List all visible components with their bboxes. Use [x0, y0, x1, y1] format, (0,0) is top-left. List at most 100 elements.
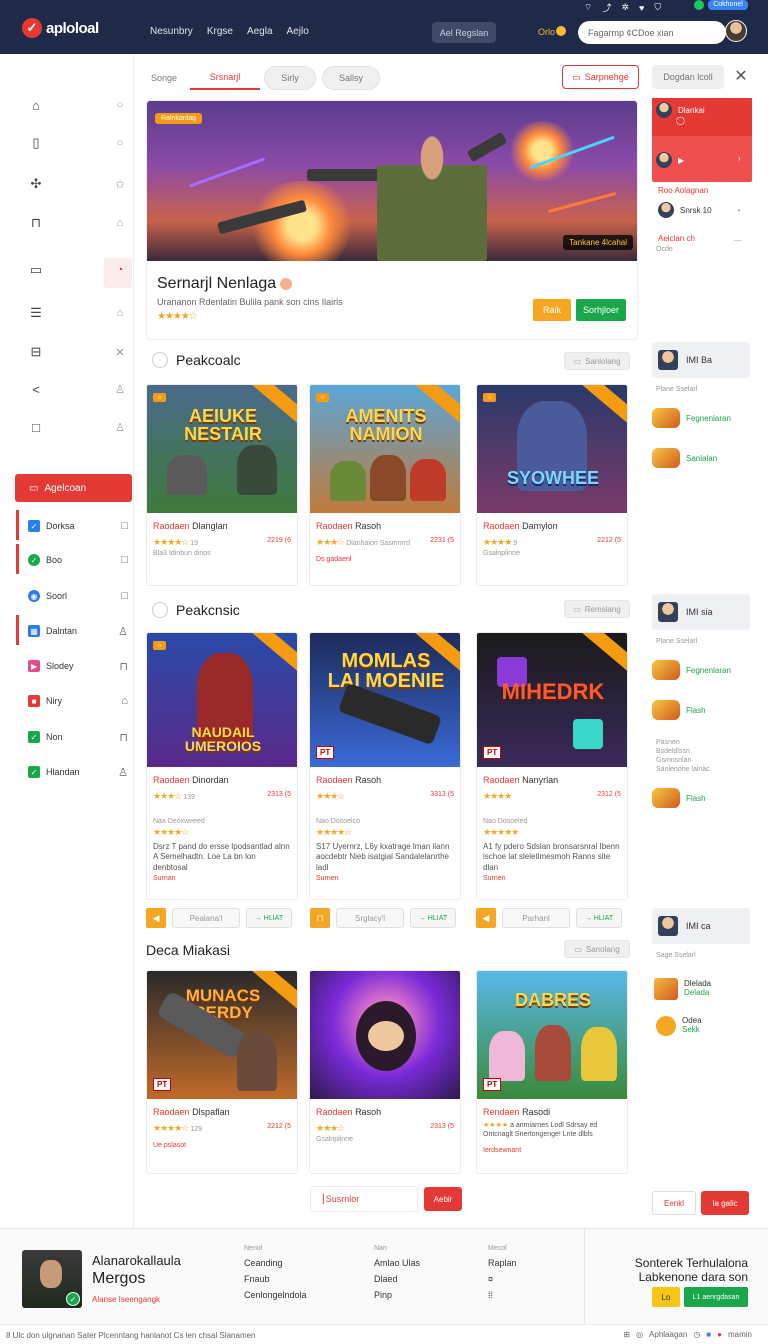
right-game-row[interactable]: Fegnenlaran: [652, 408, 731, 428]
footer-avatar[interactable]: ✓: [22, 1250, 82, 1308]
pager-input[interactable]: ⎮ Susrnlor: [310, 1186, 418, 1212]
game-card[interactable]: MOMLAS LAI MOENIE PT Raodaen Rasoh ★★★☆ 3…: [309, 632, 461, 900]
prev-arrow-icon[interactable]: ◀: [476, 908, 496, 928]
sidebar-row-screen[interactable]: ▭ ◔: [28, 261, 128, 279]
sidebar-category[interactable]: ✓ Hlandan ♙: [16, 762, 128, 782]
grid-icon: ⊞: [623, 1330, 631, 1339]
right-promo-card[interactable]: Dlankai ◯ ▶ ›: [652, 98, 752, 182]
right-game-row[interactable]: Dlelada Delada: [654, 978, 711, 1000]
right-user-row[interactable]: Snrsk 10 •: [658, 202, 740, 218]
game-card[interactable]: DABRES PT Rendaen Rasodi ★★★★ a anmiarne…: [476, 970, 628, 1174]
card-action-green[interactable]: → HLIAT: [410, 908, 456, 928]
card-link[interactable]: Surnan: [153, 875, 291, 882]
footer-column-heading: Mecol: [488, 1245, 507, 1252]
game-card[interactable]: ☆ NAUDAIL UMEROIOS Raodaen Dinordan ★★★☆…: [146, 632, 298, 900]
tab-songe[interactable]: Songe: [146, 66, 182, 90]
right-game-row[interactable]: Sanlalan: [652, 448, 717, 468]
top-nav-item[interactable]: Krgse: [207, 26, 233, 37]
card-link[interactable]: Ue pslasot: [153, 1142, 291, 1149]
footer-link[interactable]: Dlaed: [374, 1274, 420, 1284]
hero-secondary-button[interactable]: Sorhjloer: [576, 299, 626, 321]
sidebar-row-share[interactable]: < ♙: [28, 380, 128, 398]
prev-arrow-icon[interactable]: ◀: [146, 908, 166, 928]
right-game-row[interactable]: Fegnenlaran: [652, 660, 731, 680]
footer-link[interactable]: ⁞⁞: [488, 1290, 517, 1300]
section-more-button[interactable]: ▭ Remslang: [564, 600, 630, 618]
card-link[interactable]: Ierdsewnant: [483, 1147, 621, 1154]
right-red-button[interactable]: Ia galic: [701, 1191, 749, 1215]
card-action-button[interactable]: Parhanl: [502, 908, 570, 928]
right-game-row[interactable]: Flash: [652, 788, 706, 808]
right-ok-button[interactable]: Eenkl: [652, 1191, 696, 1215]
right-profile-box[interactable]: IMI sia: [652, 594, 750, 630]
sidebar-row-doc[interactable]: ▯ ○: [28, 134, 128, 152]
card-action-button[interactable]: Pealana'l: [172, 908, 240, 928]
card-action-button[interactable]: Srglacy'l: [336, 908, 404, 928]
sidebar-category[interactable]: ✓ Non ⊓: [16, 727, 128, 747]
sidebar-category[interactable]: ✓ Boo □: [16, 544, 128, 574]
close-icon[interactable]: ✕: [731, 66, 751, 88]
footer-yellow-button[interactable]: Lo: [652, 1287, 680, 1307]
right-game-row[interactable]: Flash: [652, 700, 706, 720]
game-card[interactable]: MIHEDRK PT Raodaen Nanyrlan ★★★★ 2312 (5 …: [476, 632, 628, 900]
sidebar-row-lock[interactable]: ⊟ ✕: [28, 343, 128, 361]
sidebar-row-list[interactable]: ☰ ⌂: [28, 304, 128, 322]
top-nav-item[interactable]: Nesunbry: [150, 26, 193, 37]
right-profile-box[interactable]: IMI Ba: [652, 342, 750, 378]
chevron-right-icon[interactable]: ›: [738, 154, 741, 163]
footer-link[interactable]: Cenlongelndola: [244, 1290, 307, 1300]
hero-primary-button[interactable]: Raik: [533, 299, 571, 321]
right-list-line: Gsmnsnlan: [656, 757, 692, 765]
system-pill[interactable]: Cokhonel: [708, 0, 748, 10]
sidebar-row-puzzle[interactable]: ✣ ✩: [28, 175, 128, 193]
sidebar-category[interactable]: ▦ Dalntan ♙: [16, 615, 128, 645]
right-small-label: Plane Sselarl: [656, 638, 698, 645]
hero-card[interactable]: Ralnkanlag Tankane 4lcahal Sernarjl Nenl…: [146, 100, 638, 340]
pager-button[interactable]: Aebir: [424, 1187, 462, 1211]
tab-active[interactable]: Srsnarjl: [190, 66, 260, 90]
tab-sirly[interactable]: Sirly: [264, 66, 316, 90]
sidebar-cta-button[interactable]: ▭ Agelcoan: [15, 474, 132, 502]
game-card[interactable]: ☆ AEIUKE NESTAIR Raodaen Dlanglan ★★★★☆ …: [146, 384, 298, 586]
user-avatar[interactable]: [725, 20, 747, 42]
right-game-row[interactable]: Odea Sekk: [656, 1016, 702, 1036]
right-profile-name: IMI Ba: [686, 355, 713, 365]
footer-link[interactable]: Raplan: [488, 1258, 517, 1268]
section-more-button[interactable]: ▭ Sanlolang: [564, 352, 630, 370]
top-nav-item[interactable]: Aejlo: [287, 26, 309, 37]
lock-icon[interactable]: ⊓: [310, 908, 330, 928]
sidebar-category[interactable]: ◉ Soorl □: [16, 586, 128, 606]
card-action-green[interactable]: → HLIAT: [576, 908, 622, 928]
footer-green-button[interactable]: L1 aenrgdasan: [684, 1287, 748, 1307]
game-card[interactable]: ☆ SYOWHEE Raodaen Damylon ★★★★ 9 2212 (5 …: [476, 384, 628, 586]
section-more-button[interactable]: ▭ Sanolang: [564, 940, 630, 958]
sidebar-category[interactable]: ▶ Slodey ⊓: [16, 656, 128, 676]
sidebar-category[interactable]: ✓ Dorksa □: [16, 510, 128, 540]
footer-link[interactable]: Pinp: [374, 1290, 420, 1300]
top-nav-item[interactable]: Aegla: [247, 26, 273, 37]
right-profile-box[interactable]: IMI ca: [652, 908, 750, 944]
dogdan-button[interactable]: Dogdan lcoll: [652, 65, 724, 89]
footer-link[interactable]: Ceanding: [244, 1258, 307, 1268]
footer-link[interactable]: Amlao Ulas: [374, 1258, 420, 1268]
game-card[interactable]: MUNACS RERDY PT Raodaen Dlspaflan ★★★★☆ …: [146, 970, 298, 1174]
card-link[interactable]: Ds gadaenl: [316, 556, 454, 563]
top-register-button[interactable]: Ael Regslan: [432, 22, 496, 43]
sidebar-row-box[interactable]: □ ♙: [28, 418, 128, 436]
card-action-green[interactable]: → HLIAT: [246, 908, 292, 928]
game-card[interactable]: Raodaen Rasoh ★★★☆ 2313 (5 Gsalnplinne: [309, 970, 461, 1174]
sidebar-row-home[interactable]: ⌂ ○: [28, 96, 128, 114]
card-age-rating: PT: [316, 746, 335, 759]
tab-sallsy[interactable]: Sallsy: [322, 66, 380, 90]
app-logo[interactable]: ✓ aploloal: [22, 18, 99, 38]
footer-subtitle[interactable]: Alanse Iseengangk: [92, 1295, 160, 1304]
sidebar-row-bag[interactable]: ⊓ ⌂: [28, 214, 128, 232]
footer-link[interactable]: Fnaub: [244, 1274, 307, 1284]
card-link[interactable]: Surnen: [316, 875, 454, 882]
subscribe-button[interactable]: ▭ Sarpnehge: [562, 65, 639, 89]
sidebar-category[interactable]: ■ Niry ⌂: [16, 691, 128, 711]
footer-link[interactable]: ¤: [488, 1274, 517, 1284]
game-card[interactable]: ☆ AMENITS NAMION Raodaen Rasoh ★★★☆ Dlan…: [309, 384, 461, 586]
card-link[interactable]: Surnen: [483, 875, 621, 882]
top-search-input[interactable]: Fagarmp ¢CDoe xian: [578, 21, 726, 44]
